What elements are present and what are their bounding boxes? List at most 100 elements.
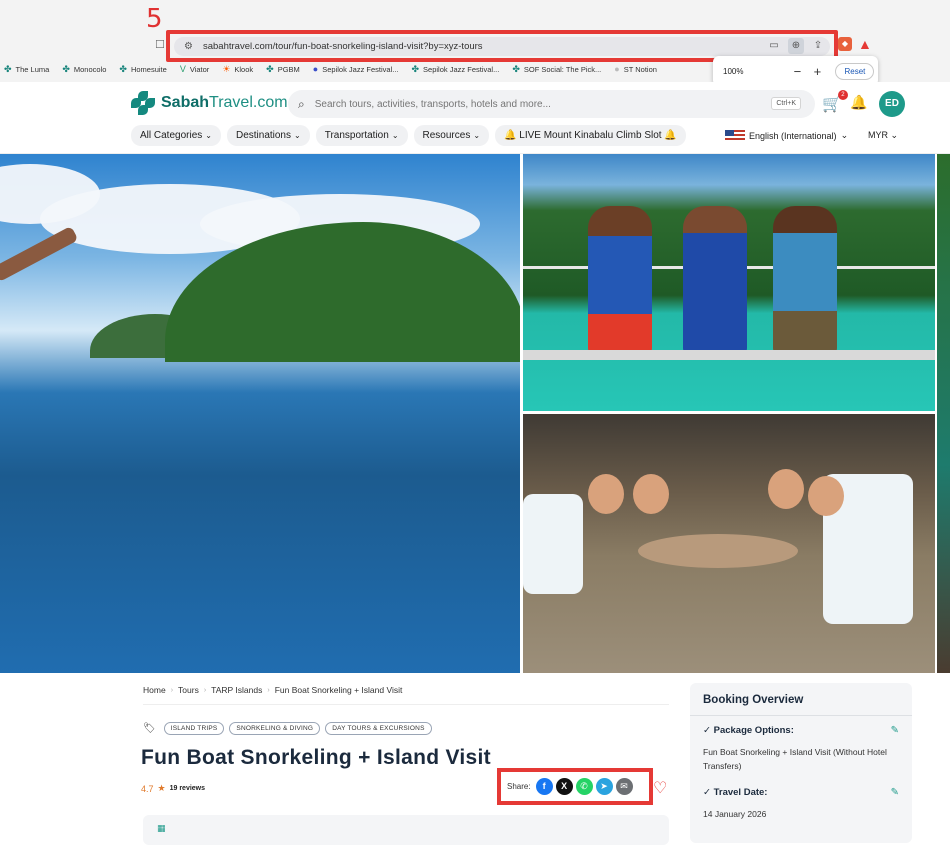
chevron-down-icon: ⌄ bbox=[391, 131, 399, 140]
bookmark-item[interactable]: ✤ The Luma bbox=[4, 62, 49, 76]
bookmark-item[interactable]: ☀ Klook bbox=[222, 62, 253, 76]
package-options-row: ✓ Package Options: ✎ bbox=[703, 725, 899, 736]
availability-section: ▦ bbox=[143, 815, 669, 845]
language-selector[interactable]: English (International) ⌄ bbox=[725, 130, 848, 141]
bookmark-logo-icon: ✤ bbox=[411, 63, 420, 74]
calendar-icon: ▦ bbox=[157, 823, 166, 833]
search-input[interactable] bbox=[314, 98, 755, 110]
bookmark-logo-icon: ✤ bbox=[119, 63, 127, 74]
zoom-out-button[interactable]: − bbox=[787, 64, 807, 79]
alert-bell-icon: 🔔 bbox=[504, 130, 517, 141]
nav-live-climb[interactable]: 🔔 LIVE Mount Kinabalu Climb Slot 🔔 bbox=[495, 125, 686, 146]
booking-heading: Booking Overview bbox=[703, 694, 804, 706]
site-header: SabahTravel.com ⌕ Ctrl+K 🛒2 🔔 ED All Cat… bbox=[0, 82, 950, 154]
gallery-photo-group[interactable] bbox=[523, 414, 935, 673]
zoom-icon[interactable]: ⊕ bbox=[788, 38, 804, 54]
package-options-value: Fun Boat Snorkeling + Island Visit (With… bbox=[703, 747, 887, 771]
bookmark-item[interactable]: ✤ Sepilok Jazz Festival... bbox=[412, 62, 500, 76]
bookmark-logo-icon: ✤ bbox=[266, 63, 274, 74]
review-count[interactable]: 19 reviews bbox=[170, 785, 205, 792]
tag-chip[interactable]: DAY TOURS & EXCURSIONS bbox=[325, 722, 432, 735]
url-text[interactable]: sabahtravel.com/tour/fun-boat-snorkeling… bbox=[203, 41, 483, 52]
share-bar: Share: f X ✆ ➤ ✉ bbox=[497, 768, 653, 805]
gallery-photo-boat[interactable] bbox=[523, 154, 935, 411]
site-info-icon[interactable]: ⚙ bbox=[184, 41, 193, 52]
chevron-down-icon: ⌄ bbox=[890, 130, 899, 140]
travel-date-label: ✓ Travel Date: bbox=[703, 787, 768, 798]
gallery-photo-edge[interactable] bbox=[937, 154, 950, 673]
globe-icon: ● bbox=[312, 64, 319, 74]
share-page-icon[interactable]: ⇪ bbox=[810, 38, 826, 54]
edit-pencil-icon[interactable]: ✎ bbox=[891, 787, 899, 798]
edit-pencil-icon[interactable]: ✎ bbox=[891, 725, 899, 736]
zoom-in-button[interactable]: + bbox=[807, 64, 827, 79]
category-nav: All Categories ⌄ Destinations ⌄ Transporta… bbox=[131, 125, 686, 146]
whatsapp-icon[interactable]: ✆ bbox=[575, 778, 593, 795]
breadcrumb-item[interactable]: Home bbox=[143, 685, 166, 695]
viator-icon: V bbox=[179, 64, 186, 74]
travel-date-value: 14 January 2026 bbox=[703, 809, 767, 819]
bookmark-item[interactable]: ✤ Monocolo bbox=[62, 62, 106, 76]
address-bar[interactable]: ⚙ sabahtravel.com/tour/fun-boat-snorkeli… bbox=[174, 37, 830, 56]
chevron-down-icon: ⌄ bbox=[294, 131, 301, 140]
page-title: Fun Boat Snorkeling + Island Visit bbox=[141, 746, 491, 769]
cast-icon[interactable]: ▭ bbox=[766, 38, 782, 54]
bookmark-item[interactable]: ● Sepilok Jazz Festival... bbox=[313, 62, 399, 76]
nav-all-categories[interactable]: All Categories ⌄ bbox=[131, 125, 221, 146]
share-label: Share: bbox=[507, 782, 531, 791]
tag-icon: 🏷 bbox=[143, 723, 156, 734]
package-options-label: ✓ Package Options: bbox=[703, 725, 794, 736]
site-logo[interactable]: SabahTravel.com bbox=[131, 91, 288, 115]
chevron-right-icon: › bbox=[203, 686, 207, 694]
chevron-down-icon: ⌄ bbox=[840, 130, 849, 140]
cart-badge: 2 bbox=[837, 90, 848, 100]
bookmark-item[interactable]: ● ST Notion bbox=[614, 62, 657, 76]
email-icon[interactable]: ✉ bbox=[615, 778, 633, 795]
notion-icon: ● bbox=[614, 64, 620, 74]
bell-icon[interactable]: 🔔 bbox=[850, 94, 867, 111]
avatar[interactable]: ED bbox=[879, 91, 905, 117]
bookmark-item[interactable]: ✤ Homesuite bbox=[119, 62, 166, 76]
bookmark-logo-icon: ✤ bbox=[4, 63, 12, 74]
wishlist-heart-icon[interactable]: ♡ bbox=[653, 778, 667, 798]
bookmark-item[interactable]: ✤ PGBM bbox=[266, 62, 300, 76]
logo-icon bbox=[131, 91, 155, 115]
facebook-icon[interactable]: f bbox=[535, 778, 553, 795]
currency-selector[interactable]: MYR ⌄ bbox=[868, 130, 898, 141]
x-icon[interactable]: X bbox=[555, 778, 573, 795]
cart-icon[interactable]: 🛒 2 bbox=[822, 90, 848, 114]
bookmark-item[interactable]: ✤ SOF Social: The Pick... bbox=[512, 62, 601, 76]
divider bbox=[143, 704, 669, 705]
us-flag-icon bbox=[725, 130, 745, 141]
booking-overview: Booking Overview ✓ Package Options: ✎ Fu… bbox=[690, 683, 912, 843]
gallery-main-photo[interactable] bbox=[0, 154, 520, 673]
rating: 4.7 ★ 19 reviews bbox=[141, 783, 205, 794]
tag-chip[interactable]: ISLAND TRIPS bbox=[163, 722, 225, 735]
search-bar[interactable]: ⌕ Ctrl+K bbox=[288, 90, 815, 118]
bookmarks-bar: ✤ The Luma ✤ Monocolo ✤ Homesuite V Viator ☀… bbox=[0, 62, 657, 76]
zoom-level: 100% bbox=[723, 66, 744, 76]
bookmark-star-icon[interactable]: ☐ bbox=[155, 38, 165, 51]
search-shortcut: Ctrl+K bbox=[771, 97, 801, 110]
nav-transportation[interactable]: Transportation ⌄ bbox=[315, 125, 408, 146]
nav-destinations[interactable]: Destinations ⌄ bbox=[226, 125, 310, 146]
extension-alert-icon[interactable]: ▲ bbox=[858, 36, 872, 52]
bookmark-item[interactable]: V Viator bbox=[180, 62, 209, 76]
bookmark-logo-icon: ✤ bbox=[512, 63, 520, 74]
extension-shield-icon[interactable]: ◆ bbox=[838, 37, 852, 51]
telegram-icon[interactable]: ➤ bbox=[595, 778, 613, 795]
breadcrumb-item[interactable]: Tours bbox=[178, 685, 199, 695]
klook-icon: ☀ bbox=[222, 63, 231, 74]
chevron-right-icon: › bbox=[267, 686, 270, 694]
breadcrumb: Home › Tours › TARP Islands › Fun Boat Snor… bbox=[143, 685, 402, 695]
nav-resources[interactable]: Resources ⌄ bbox=[413, 125, 490, 146]
divider bbox=[690, 715, 912, 716]
breadcrumb-item[interactable]: TARP Islands bbox=[211, 685, 262, 695]
browser-chrome: ☐ ⚙ sabahtravel.com/tour/fun-boat-snorke… bbox=[0, 0, 950, 86]
zoom-reset-button[interactable]: Reset bbox=[835, 62, 875, 80]
tag-list: 🏷 ISLAND TRIPS SNORKELING & DIVING DAY T… bbox=[143, 722, 432, 735]
rating-value: 4.7 bbox=[141, 783, 154, 794]
tag-chip[interactable]: SNORKELING & DIVING bbox=[229, 722, 321, 735]
alert-bell-icon: 🔔 bbox=[664, 130, 677, 141]
chevron-down-icon: ⌄ bbox=[473, 131, 481, 140]
